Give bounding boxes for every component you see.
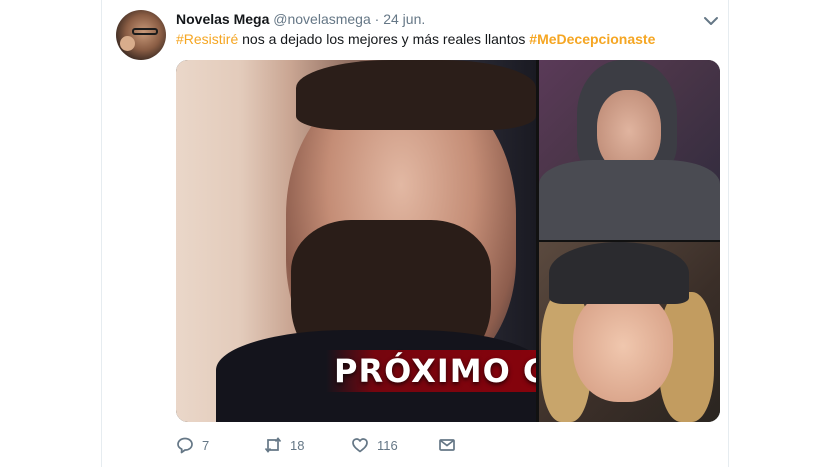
tweet-date[interactable]: 24 jun. [383,11,425,27]
media-grid[interactable]: PRÓXIMO CAPÍT [176,60,720,422]
retweet-button[interactable]: 18 [264,432,304,458]
man-hair [296,60,536,130]
author-name[interactable]: Novelas Mega [176,11,269,27]
woman-jacket [539,160,720,240]
media-image-top-right[interactable] [539,60,720,240]
media-image-bottom-right[interactable] [539,242,720,422]
retweet-icon [264,437,282,453]
like-button[interactable]: 116 [351,432,398,458]
tweet-card[interactable]: Novelas Mega @novelasmega · 24 jun. #Res… [101,0,729,467]
envelope-icon [439,439,455,451]
dm-button[interactable] [438,432,456,458]
woman-beanie [549,242,689,304]
reply-button[interactable]: 7 [176,432,209,458]
media-caption: PRÓXIMO CAPÍT [326,350,536,392]
tweet-actions: 7 18 116 [176,432,476,458]
avatar[interactable] [116,10,166,60]
retweet-count: 18 [290,437,305,453]
media-image-main[interactable]: PRÓXIMO CAPÍT [176,60,536,422]
hashtag-resistire[interactable]: #Resistiré [176,31,238,47]
avatar-glasses [132,28,158,35]
avatar-hand [120,36,135,51]
tweet-header: Novelas Mega @novelasmega · 24 jun. [176,10,425,28]
reply-icon [177,437,193,454]
heart-icon [352,438,368,453]
hashtag-medecepcionaste[interactable]: #MeDecepcionaste [529,31,655,47]
tweet-text: #Resistiré nos a dejado los mejores y má… [176,30,655,48]
chevron-down-icon[interactable] [702,12,720,30]
woman-face-crying [573,290,673,402]
header-separator: · [374,11,380,27]
reply-count: 7 [202,437,210,453]
like-count: 116 [377,437,398,453]
tweet-body-text: nos a dejado los mejores y más reales ll… [238,31,530,47]
author-handle[interactable]: @novelasmega [273,11,371,27]
